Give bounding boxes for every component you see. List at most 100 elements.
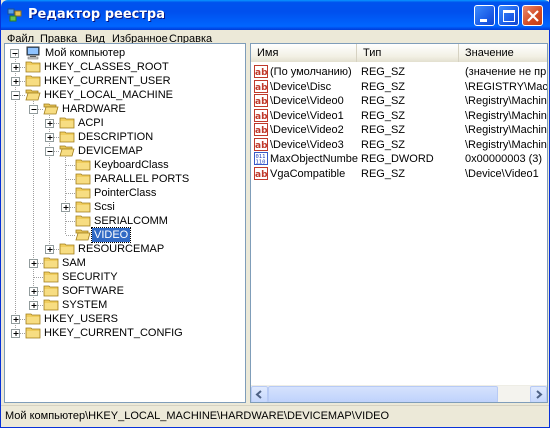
collapse-toggle[interactable]	[29, 105, 38, 114]
maximize-icon	[503, 10, 515, 22]
folder-icon	[43, 271, 59, 283]
expand-toggle[interactable]	[11, 329, 20, 338]
expand-toggle[interactable]	[61, 203, 70, 212]
tree-node-serialcomm[interactable]: SERIALCOMM	[5, 214, 245, 228]
folder-icon	[25, 75, 41, 87]
list-item[interactable]: ab\Device\Disc REG_SZ \REGISTRY\Machine\Sy…	[251, 79, 548, 94]
tree-label: DESCRIPTION	[78, 131, 154, 143]
string-value-icon: ab	[254, 94, 268, 107]
tree-node-description[interactable]: DESCRIPTION	[5, 130, 245, 144]
cell-type: REG_SZ	[361, 167, 406, 180]
expand-toggle[interactable]	[29, 287, 38, 296]
expand-toggle[interactable]	[11, 315, 20, 324]
folder-open-icon	[25, 89, 41, 101]
list-item[interactable]: ab\Device\Video0 REG_SZ \Registry\Machine\…	[251, 94, 547, 108]
tree-label: SAM	[62, 257, 86, 269]
tree-node-hardware[interactable]: HARDWARE	[5, 102, 245, 116]
scroll-thumb[interactable]	[268, 386, 498, 402]
tree-node-system[interactable]: SYSTEM	[5, 298, 245, 312]
tree-label: HARDWARE	[62, 103, 126, 115]
maximize-button[interactable]	[498, 5, 519, 26]
string-value-icon: ab	[254, 123, 268, 136]
expand-toggle[interactable]	[45, 133, 54, 142]
scroll-right-button[interactable]	[530, 386, 547, 402]
cell-value: \Registry\Machine\System	[465, 124, 547, 136]
svg-text:ab: ab	[255, 170, 268, 180]
tree-node-scsi[interactable]: Scsi	[5, 200, 245, 214]
column-value[interactable]: Значение	[459, 44, 547, 62]
folder-icon	[75, 201, 91, 213]
plus-icon	[47, 135, 53, 140]
registry-tree[interactable]: Мой компьютер HKEY_CLASSES_ROOT HKEY_CURR…	[4, 43, 246, 403]
minus-icon	[47, 151, 53, 152]
tree-node-keyboardclass[interactable]: KeyboardClass	[5, 158, 245, 172]
tree-label: DEVICEMAP	[78, 145, 143, 157]
tree-node-software[interactable]: SOFTWARE	[5, 284, 245, 298]
tree-node-resourcemap[interactable]: RESOURCEMAP	[5, 242, 245, 256]
list-item[interactable]: ab\Device\Video3 REG_SZ \Registry\Machine\…	[251, 137, 547, 152]
tree-node-hklm[interactable]: HKEY_LOCAL_MACHINE	[5, 88, 245, 102]
cell-type: REG_SZ	[361, 66, 406, 78]
folder-icon	[25, 61, 41, 73]
window-title: Редактор реестра	[28, 7, 165, 22]
tree-node-hkcr[interactable]: HKEY_CLASSES_ROOT	[5, 60, 245, 74]
tree-label: HKEY_CURRENT_USER	[44, 75, 171, 87]
close-button[interactable]	[522, 5, 543, 26]
plus-icon	[47, 247, 53, 252]
tree-node-security[interactable]: SECURITY	[5, 270, 245, 284]
tree-node-hku[interactable]: HKEY_USERS	[5, 312, 245, 326]
svg-text:110: 110	[256, 160, 266, 166]
folder-icon	[43, 285, 59, 297]
expand-toggle[interactable]	[45, 119, 54, 128]
expand-toggle[interactable]	[11, 77, 20, 86]
tree-node-hkcc[interactable]: HKEY_CURRENT_CONFIG	[5, 326, 245, 340]
collapse-toggle[interactable]	[45, 147, 54, 156]
tree-label: PARALLEL PORTS	[94, 173, 190, 185]
minimize-button[interactable]	[474, 5, 495, 26]
values-list[interactable]: Имя Тип Значение ab (По умолчанию) REG_SZ(…	[250, 43, 548, 403]
plus-icon	[47, 121, 53, 126]
cell-value: \Registry\Machine\System	[465, 109, 547, 122]
arrow-left-icon	[255, 390, 262, 399]
column-name[interactable]: Имя	[251, 44, 357, 62]
list-item[interactable]: ab\Device\Video1 REG_SZ \Registry\Machine\…	[251, 108, 547, 123]
list-item[interactable]: ab\Device\Video2 REG_SZ \Registry\Machine\…	[251, 123, 547, 137]
tree-node-parallel-ports[interactable]: PARALLEL PORTS	[5, 172, 245, 186]
title-bar[interactable]: Редактор реестра	[1, 0, 550, 30]
cell-value: \REGISTRY\Machine\System	[465, 80, 548, 93]
svg-text:ab: ab	[255, 141, 268, 151]
dword-value-icon: 011 110	[254, 152, 268, 166]
tree-node-video[interactable]: VIDEO	[5, 227, 245, 243]
folder-icon	[59, 131, 75, 143]
folder-icon	[43, 257, 59, 269]
column-type[interactable]: Тип	[357, 44, 459, 62]
cell-name: \Device\Video2	[270, 124, 344, 136]
cell-value: (значение не присвоено)	[465, 66, 547, 78]
expand-toggle[interactable]	[29, 301, 38, 310]
regedit-app-icon[interactable]	[7, 7, 23, 23]
string-value-icon: ab	[254, 166, 268, 180]
tree-node-sam[interactable]: SAM	[5, 256, 245, 270]
cell-name: \Device\Video1	[270, 109, 344, 122]
tree-node-devicemap[interactable]: DEVICEMAP	[5, 144, 245, 158]
list-item[interactable]: 011 110 MaxObjectNumber REG_DWORD 0x00000003…	[251, 152, 547, 166]
cell-type: REG_SZ	[361, 138, 406, 151]
list-item[interactable]: ab VgaCompatible REG_SZ \Device\Video1	[251, 166, 547, 181]
scroll-left-button[interactable]	[251, 386, 268, 402]
expand-toggle[interactable]	[11, 63, 20, 72]
tree-node-acpi[interactable]: ACPI	[5, 116, 245, 130]
horizontal-scrollbar[interactable]	[251, 385, 547, 402]
tree-node-pointerclass[interactable]: PointerClass	[5, 186, 245, 200]
collapse-toggle[interactable]	[11, 91, 20, 100]
expand-toggle[interactable]	[29, 259, 38, 268]
string-value-icon: ab	[254, 137, 268, 151]
folder-icon	[75, 215, 91, 227]
close-icon	[527, 10, 539, 22]
cell-name: VgaCompatible	[270, 167, 346, 180]
tree-label: Scsi	[94, 201, 115, 213]
list-item[interactable]: ab(По умолчанию) REG_SZ (значение не присв…	[251, 65, 547, 79]
cell-type: REG_SZ	[361, 80, 406, 93]
tree-node-hkcu[interactable]: HKEY_CURRENT_USER	[5, 74, 245, 88]
svg-text:ab: ab	[255, 126, 268, 136]
expand-toggle[interactable]	[45, 245, 54, 254]
